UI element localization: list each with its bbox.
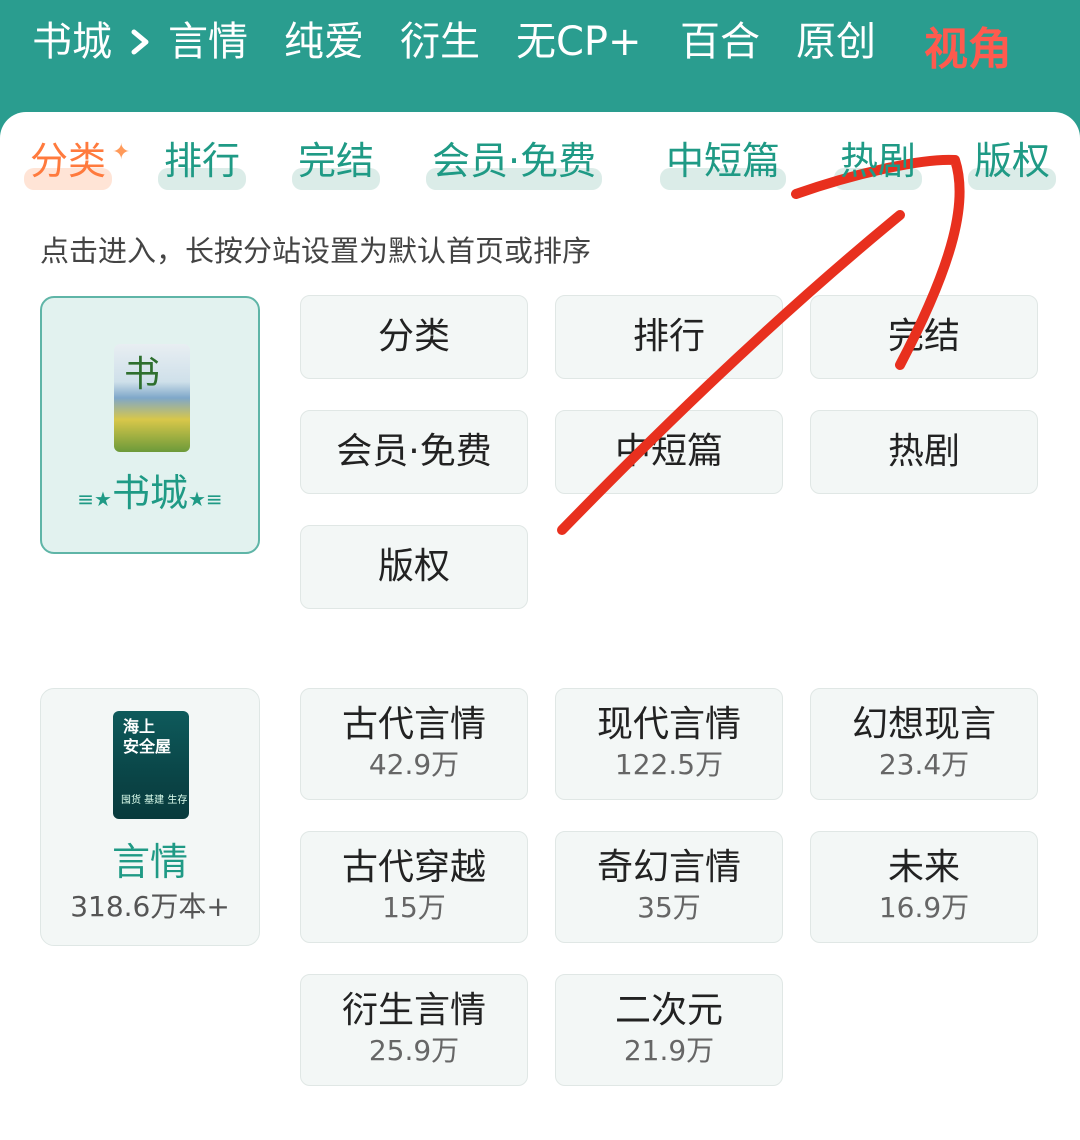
category-future[interactable]: 未来 16.9万 [810,831,1038,943]
tab-label: 分类 [30,139,107,183]
tab-label: 版权 [974,139,1051,183]
category-name: 奇幻言情 [596,847,741,888]
cover-title: 海上 安全屋 [123,717,172,756]
category-count: 23.4万 [878,748,970,781]
top-nav: 书城 言情 纯爱 衍生 无CP+ 百合 原创 视角 [0,0,1080,112]
category-count: 42.9万 [368,748,460,781]
nav-item-bl[interactable]: 纯爱 [284,14,364,70]
category-name: 古代穿越 [341,847,486,888]
chevron-right-icon [131,29,149,55]
bookstore-button-category[interactable]: 分类 [300,295,528,379]
bookstore-button-ranking[interactable]: 排行 [555,295,783,379]
tab-vip-free[interactable]: 会员·免费 [426,136,603,190]
tab-hot-drama[interactable]: 热剧 [834,136,923,190]
category-count: 16.9万 [878,891,970,924]
category-modern-romance[interactable]: 现代言情 122.5万 [555,688,783,800]
romance-card[interactable]: 海上 安全屋 囤货 基建 生存 言情 318.6万本+ [40,688,260,946]
romance-count: 318.6万本+ [70,890,230,923]
category-count: 15万 [382,891,446,924]
nav-item-perspective[interactable]: 视角 [924,22,1012,78]
star-decor-left: ≡★ [77,487,112,511]
content-panel: 分类 ✦ 排行 完结 会员·免费 中短篇 热剧 版权 点击进入，长按分站设置为默… [0,112,1080,1140]
romance-title: 言情 [111,840,188,884]
tab-label: 热剧 [840,139,917,183]
category-name: 古代言情 [341,704,486,745]
nav-item-romance[interactable]: 言情 [168,14,248,70]
category-count: 35万 [637,891,701,924]
star-decor-right: ★≡ [188,487,223,511]
category-name: 现代言情 [596,704,741,745]
category-fantasy-romance[interactable]: 奇幻言情 35万 [555,831,783,943]
bookstore-button-short-story[interactable]: 中短篇 [555,410,783,494]
bookstore-card[interactable]: 书 ≡★书城★≡ [40,296,260,554]
button-label: 完结 [887,316,960,357]
tab-label: 完结 [298,139,375,183]
button-label: 热剧 [887,431,960,472]
book-cover: 书 [114,344,190,452]
nav-item-derivative[interactable]: 衍生 [400,14,480,70]
category-name: 幻想现言 [851,704,996,745]
category-fantasy-modern[interactable]: 幻想现言 23.4万 [810,688,1038,800]
hint-text: 点击进入，长按分站设置为默认首页或排序 [40,234,592,268]
tab-copyright[interactable]: 版权 [968,136,1057,190]
category-time-travel[interactable]: 古代穿越 15万 [300,831,528,943]
button-label: 版权 [377,546,450,587]
nav-item-bookstore[interactable]: 书城 [32,14,112,70]
nav-item-original[interactable]: 原创 [796,14,876,70]
sparkle-icon: ✦ [112,140,131,165]
category-anime[interactable]: 二次元 21.9万 [555,974,783,1086]
button-label: 中短篇 [614,431,723,472]
bookstore-button-completed[interactable]: 完结 [810,295,1038,379]
tab-ranking[interactable]: 排行 [158,136,247,190]
category-count: 25.9万 [368,1034,460,1067]
bookstore-button-hot-drama[interactable]: 热剧 [810,410,1038,494]
tab-label: 排行 [164,139,241,183]
category-count: 21.9万 [623,1034,715,1067]
nav-item-gl[interactable]: 百合 [680,14,760,70]
bookstore-title-text: 书城 [111,471,188,515]
tab-short-story[interactable]: 中短篇 [660,136,787,190]
tab-completed[interactable]: 完结 [292,136,381,190]
book-cover: 海上 安全屋 囤货 基建 生存 [113,711,189,819]
bookstore-button-copyright[interactable]: 版权 [300,525,528,609]
bookstore-button-vip-free[interactable]: 会员·免费 [300,410,528,494]
category-name: 二次元 [614,990,723,1031]
tab-category[interactable]: 分类 ✦ [24,136,130,190]
button-label: 分类 [377,316,450,357]
category-count: 122.5万 [614,748,724,781]
button-label: 会员·免费 [336,431,492,472]
category-name: 衍生言情 [341,990,486,1031]
category-name: 未来 [887,847,960,888]
cover-art: 书 [124,354,161,395]
nav-item-no-cp[interactable]: 无CP+ [516,14,642,70]
bookstore-title: ≡★书城★≡ [42,462,258,517]
category-ancient-romance[interactable]: 古代言情 42.9万 [300,688,528,800]
category-derivative-romance[interactable]: 衍生言情 25.9万 [300,974,528,1086]
tab-label: 中短篇 [666,139,781,183]
tab-label: 会员·免费 [432,139,597,183]
button-label: 排行 [632,316,705,357]
cover-footer: 囤货 基建 生存 [121,795,188,806]
